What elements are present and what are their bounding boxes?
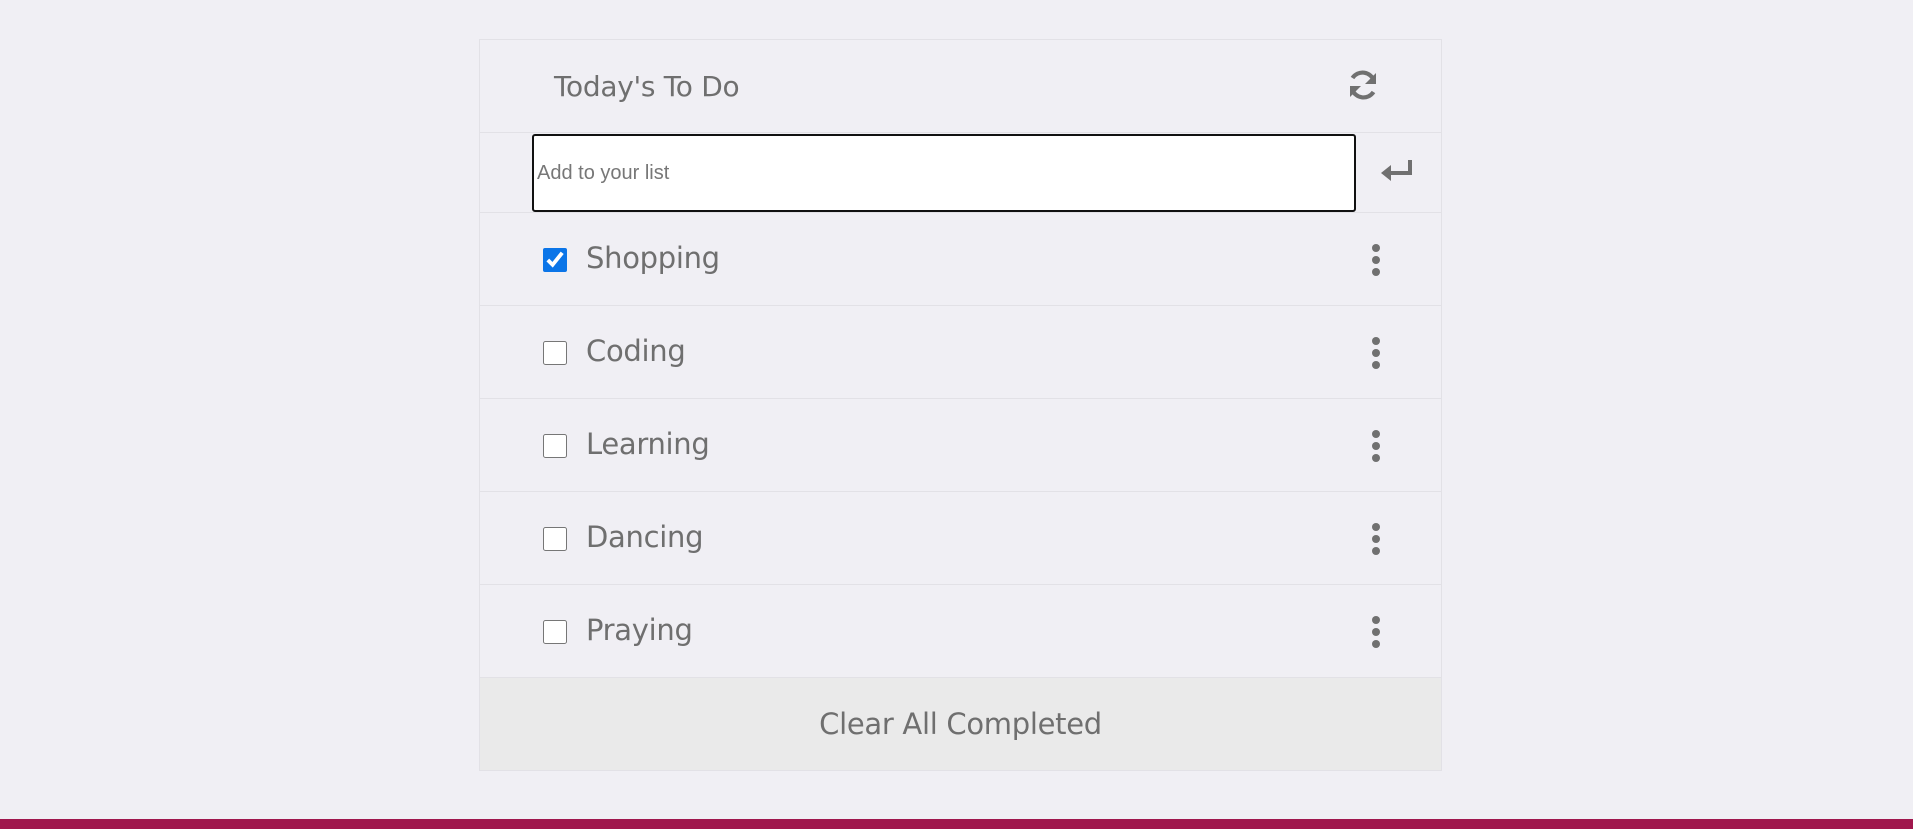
- todo-card: Today's To Do Shopping Coding: [479, 39, 1442, 771]
- todo-item-label: Learning: [586, 427, 710, 461]
- clear-completed-label: Clear All Completed: [819, 707, 1102, 741]
- todo-item-checkbox[interactable]: [543, 248, 567, 272]
- todo-item-label: Dancing: [586, 520, 704, 554]
- todo-item: Coding: [480, 306, 1441, 399]
- enter-icon[interactable]: [1379, 156, 1415, 186]
- more-vertical-icon[interactable]: [1366, 522, 1386, 556]
- add-item-form: [480, 133, 1441, 213]
- todo-item-checkbox[interactable]: [543, 527, 567, 551]
- todo-item-label: Shopping: [586, 241, 720, 275]
- todo-item-checkbox[interactable]: [543, 341, 567, 365]
- todo-item-label: Praying: [586, 613, 693, 647]
- todo-header: Today's To Do: [480, 40, 1441, 133]
- clear-completed-button[interactable]: Clear All Completed: [480, 678, 1441, 770]
- more-vertical-icon[interactable]: [1366, 243, 1386, 277]
- todo-item-checkbox[interactable]: [543, 434, 567, 458]
- todo-item: Shopping: [480, 213, 1441, 306]
- todo-item: Learning: [480, 399, 1441, 492]
- todo-item: Praying: [480, 585, 1441, 678]
- more-vertical-icon[interactable]: [1366, 336, 1386, 370]
- page-title: Today's To Do: [554, 70, 740, 103]
- footer-bar: [0, 819, 1913, 829]
- todo-list: Shopping Coding Learning Dancing Praying: [480, 213, 1441, 678]
- todo-item-checkbox[interactable]: [543, 620, 567, 644]
- page: Today's To Do Shopping Coding: [0, 0, 1913, 829]
- todo-item: Dancing: [480, 492, 1441, 585]
- add-item-input[interactable]: [532, 134, 1356, 212]
- refresh-icon[interactable]: [1345, 67, 1381, 103]
- more-vertical-icon[interactable]: [1366, 615, 1386, 649]
- more-vertical-icon[interactable]: [1366, 429, 1386, 463]
- todo-item-label: Coding: [586, 334, 686, 368]
